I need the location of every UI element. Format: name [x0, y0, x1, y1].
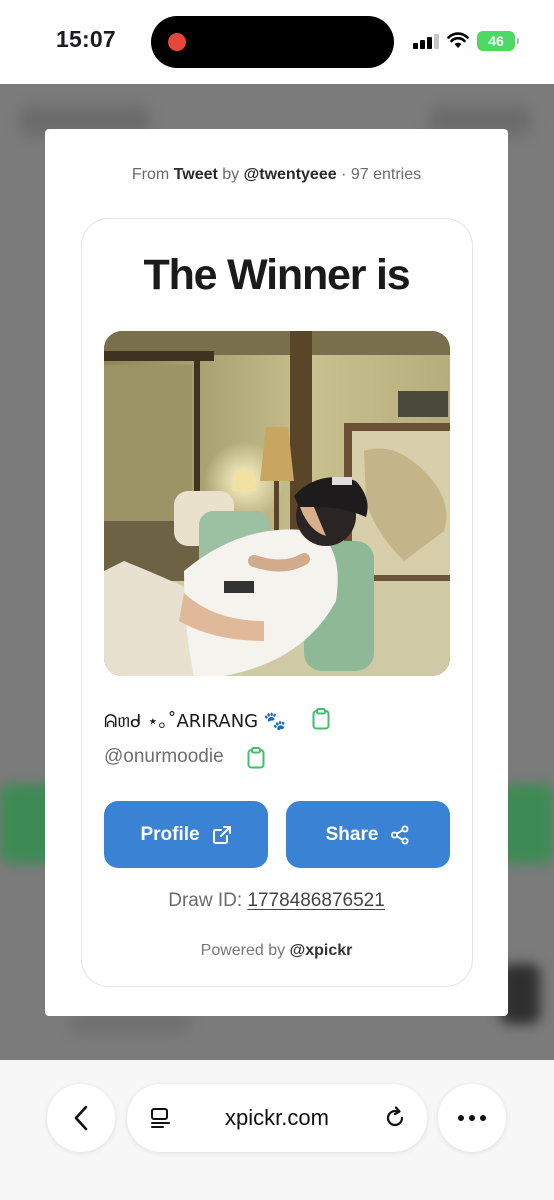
external-link-icon	[212, 825, 231, 844]
winner-modal: From Tweet by @twentyeee · 97 entries Th…	[45, 129, 508, 1016]
draw-id-link[interactable]: 1778486876521	[247, 890, 384, 911]
clipboard-icon[interactable]	[312, 708, 330, 730]
signal-icon	[413, 33, 439, 49]
wifi-icon	[447, 32, 469, 48]
card-title: The Winner is	[143, 251, 411, 299]
powered-brand[interactable]: @xpickr	[290, 942, 353, 959]
dynamic-island	[151, 16, 394, 68]
share-button[interactable]: Share	[286, 801, 450, 868]
powered-label: Powered by	[200, 942, 286, 959]
more-icon	[458, 1115, 486, 1121]
draw-id-label: Draw ID:	[168, 890, 243, 911]
winner-photo	[104, 331, 450, 676]
profile-button[interactable]: Profile	[104, 801, 268, 868]
address-bar[interactable]: xpickr.com	[127, 1084, 427, 1152]
winner-display-name: ᕱᥖᑯ ⋆｡˚ARIRANG 🐾	[104, 711, 287, 732]
powered-by: Powered by @xpickr	[82, 942, 471, 960]
battery-indicator: 46	[477, 31, 519, 51]
source-by: by	[222, 166, 240, 183]
back-icon	[74, 1105, 88, 1131]
reload-icon[interactable]	[383, 1106, 407, 1130]
winner-card: The Winner is ᕱᥖᑯ ⋆｡˚ARIRANG 🐾 @onurmood…	[81, 218, 473, 987]
winner-handle: @onurmoodie	[104, 746, 224, 767]
url-text[interactable]: xpickr.com	[127, 1105, 427, 1131]
share-icon	[391, 825, 409, 844]
clipboard-icon[interactable]	[247, 747, 265, 769]
source-line: From Tweet by @twentyeee · 97 entries	[45, 166, 508, 184]
status-bar: 15:07 46	[0, 0, 554, 84]
browser-toolbar: xpickr.com	[0, 1060, 554, 1200]
source-entries: · 97 entries	[341, 166, 422, 183]
more-button[interactable]	[438, 1084, 506, 1152]
status-time: 15:07	[56, 26, 116, 52]
source-from: From	[131, 166, 170, 183]
back-button[interactable]	[47, 1084, 115, 1152]
source-author: @twentyeee	[243, 166, 337, 183]
source-platform: Tweet	[173, 166, 218, 183]
share-button-label: Share	[325, 823, 379, 845]
profile-button-label: Profile	[140, 823, 200, 845]
recording-indicator	[168, 33, 186, 51]
draw-id: Draw ID: 1778486876521	[82, 890, 471, 912]
